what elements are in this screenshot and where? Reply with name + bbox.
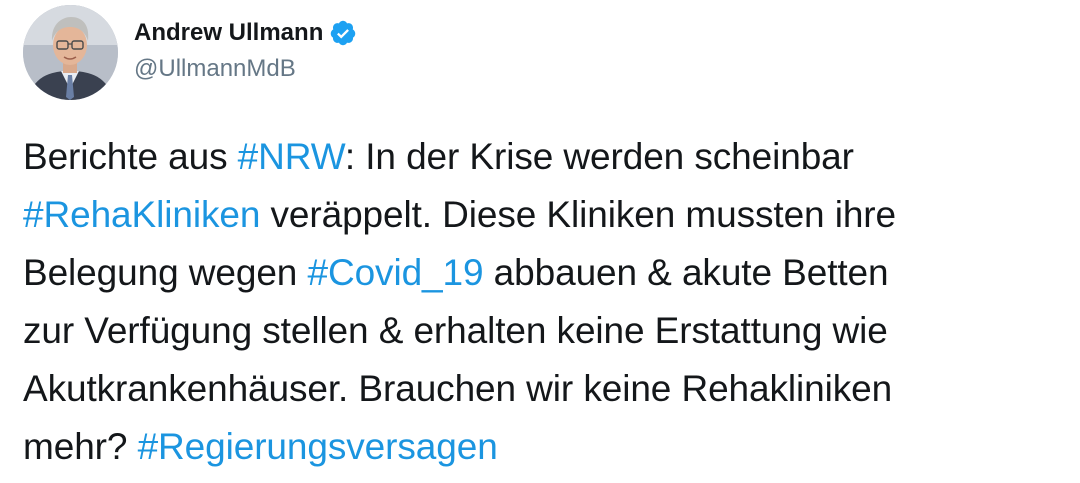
author-name-row: Andrew Ullmann xyxy=(134,15,357,51)
hashtag-link[interactable]: #RehaKliniken xyxy=(23,194,260,235)
tweet-text-segment: abbauen & akute Betten xyxy=(483,252,889,293)
tweet-text-line: Berichte aus #NRW: In der Krise werden s… xyxy=(23,128,1073,186)
tweet-text-segment: Akutkrankenhäuser. Brauchen wir keine Re… xyxy=(23,368,893,409)
author-display-name[interactable]: Andrew Ullmann xyxy=(134,19,323,47)
tweet-text-segment: mehr? xyxy=(23,426,138,467)
hashtag-link[interactable]: #Regierungsversagen xyxy=(138,426,498,467)
tweet-text-line: #RehaKliniken veräppelt. Diese Kliniken … xyxy=(23,186,1073,244)
tweet-text: Berichte aus #NRW: In der Krise werden s… xyxy=(23,128,1073,476)
author-handle[interactable]: @UllmannMdB xyxy=(134,55,296,83)
avatar[interactable] xyxy=(23,5,118,100)
tweet-text-segment: : In der Krise werden scheinbar xyxy=(344,136,854,177)
tweet-text-line: Belegung wegen #Covid_19 abbauen & akute… xyxy=(23,244,1073,302)
tweet-text-segment: veräppelt. Diese Kliniken mussten ihre xyxy=(260,194,896,235)
tweet-text-line: Akutkrankenhäuser. Brauchen wir keine Re… xyxy=(23,360,1073,418)
tweet-text-segment: Berichte aus xyxy=(23,136,238,177)
hashtag-link[interactable]: #NRW xyxy=(238,136,345,177)
hashtag-link[interactable]: #Covid_19 xyxy=(307,252,483,293)
tweet-text-line: mehr? #Regierungsversagen xyxy=(23,418,1073,476)
tweet-text-segment: zur Verfügung stellen & erhalten keine E… xyxy=(23,310,888,351)
tweet-card: Andrew Ullmann @UllmannMdB Berichte aus … xyxy=(0,0,1080,483)
tweet-text-line: zur Verfügung stellen & erhalten keine E… xyxy=(23,302,1073,360)
verified-badge-icon xyxy=(329,19,357,47)
avatar-photo xyxy=(23,5,118,100)
tweet-text-segment: Belegung wegen xyxy=(23,252,308,293)
